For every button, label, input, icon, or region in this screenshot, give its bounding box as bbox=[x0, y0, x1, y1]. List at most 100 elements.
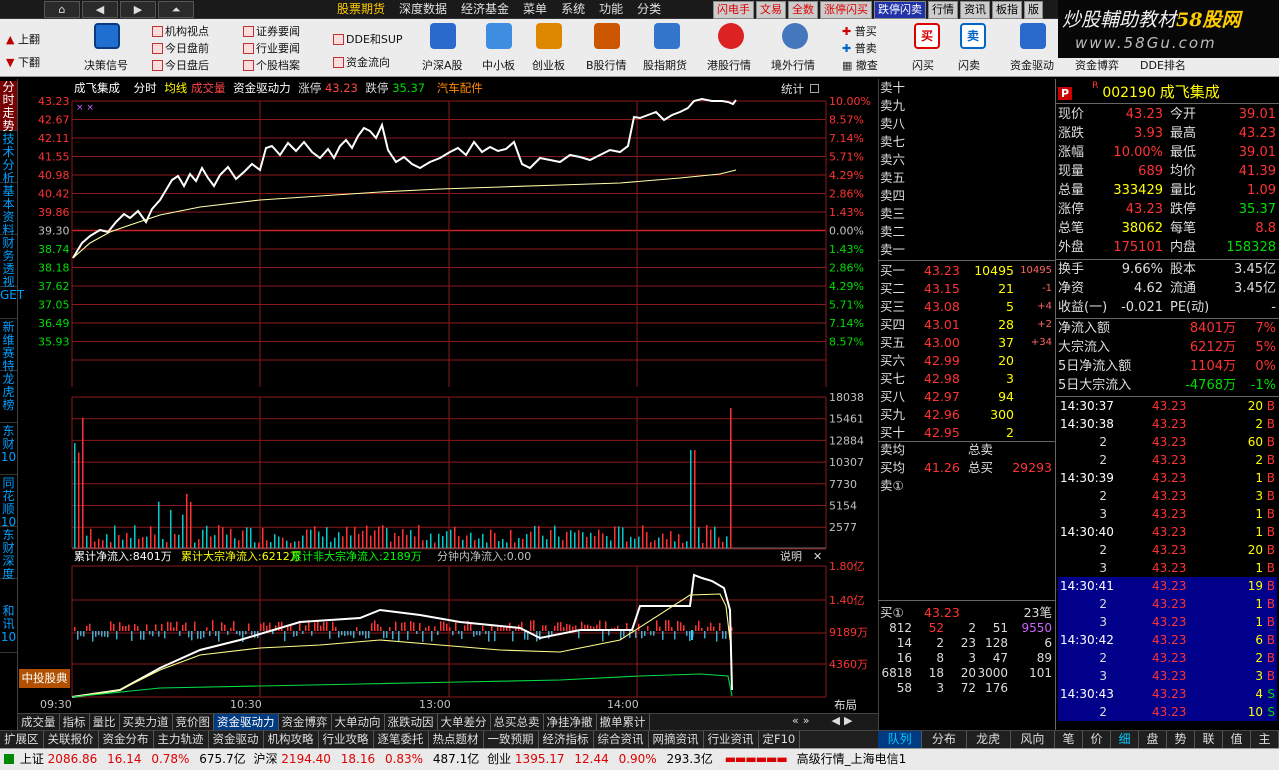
decision-signal-label[interactable]: 决策信号 bbox=[84, 57, 128, 73]
tick-row[interactable]: 2 43.23 2 B bbox=[1058, 649, 1277, 667]
flash-buy-label[interactable]: 闪买 bbox=[912, 57, 934, 73]
hk-stock-label[interactable]: 港股行情 bbox=[707, 57, 751, 73]
menu-menu[interactable]: 菜单 bbox=[516, 0, 554, 19]
index-futures-icon[interactable] bbox=[654, 23, 680, 49]
page-up-button[interactable]: ▲ 上翻 bbox=[6, 31, 40, 47]
chart-tab-3[interactable]: 买卖力道 bbox=[120, 714, 173, 730]
tick-row[interactable]: 2 43.23 2 B bbox=[1058, 451, 1277, 469]
page-down-button[interactable]: ▼ 下翻 bbox=[6, 54, 40, 70]
chart-tab-9[interactable]: 大单差分 bbox=[438, 714, 491, 730]
detail-tab-0[interactable]: 笔 bbox=[1055, 731, 1083, 748]
chart-tab-1[interactable]: 指标 bbox=[60, 714, 90, 730]
flash-sell-icon[interactable]: 卖 bbox=[960, 23, 986, 49]
shsz-a-icon[interactable] bbox=[430, 23, 456, 49]
overseas-icon[interactable] bbox=[782, 23, 808, 49]
tick-row[interactable]: 14:30:37 43.23 20 B bbox=[1058, 397, 1277, 415]
chart-tab-10[interactable]: 总买总卖 bbox=[491, 714, 544, 730]
tab-first-icon[interactable]: « bbox=[792, 714, 799, 727]
left-tab-2[interactable]: 基本资料 bbox=[0, 185, 17, 237]
sub-tab-14[interactable]: 定F10 bbox=[759, 731, 801, 748]
cancel-query-button[interactable]: ▦ 撤查 bbox=[842, 57, 878, 73]
fund-game-label[interactable]: 资金博弈 bbox=[1075, 57, 1119, 73]
hot-flash-hand[interactable]: 闪电手 bbox=[713, 1, 754, 19]
tick-row[interactable]: 3 43.23 1 B bbox=[1058, 613, 1277, 631]
menu-category[interactable]: 分类 bbox=[630, 0, 668, 19]
hot-version[interactable]: 版 bbox=[1024, 1, 1043, 19]
tab-last-icon[interactable]: » bbox=[803, 714, 810, 727]
sub-tab-13[interactable]: 行业资讯 bbox=[704, 731, 759, 748]
book-tab-0[interactable]: 队列 bbox=[878, 731, 923, 748]
detail-tab-4[interactable]: 势 bbox=[1167, 731, 1195, 748]
up-icon[interactable]: ⏶ bbox=[158, 1, 194, 18]
gem-label[interactable]: 创业 bbox=[487, 752, 511, 766]
tick-row[interactable]: 14:30:39 43.23 1 B bbox=[1058, 469, 1277, 487]
shsz-a-label[interactable]: 沪深A股 bbox=[422, 57, 463, 73]
hot-quanshu[interactable]: 全数 bbox=[788, 1, 818, 19]
left-tab-10[interactable]: 和讯10 bbox=[0, 605, 17, 653]
tick-row[interactable]: 2 43.23 10 S bbox=[1058, 703, 1277, 721]
chart-tab-5[interactable]: 资金驱动力 bbox=[214, 714, 279, 730]
shsz-label[interactable]: 沪深 bbox=[253, 752, 277, 766]
avg-line-label[interactable]: 均线 bbox=[164, 81, 187, 95]
sub-tab-12[interactable]: 网摘资讯 bbox=[649, 731, 704, 748]
tick-row[interactable]: 3 43.23 3 B bbox=[1058, 667, 1277, 685]
chart-tab-12[interactable]: 撤单累计 bbox=[597, 714, 650, 730]
index-futures-label[interactable]: 股指期货 bbox=[643, 57, 687, 73]
detail-tab-1[interactable]: 价 bbox=[1083, 731, 1111, 748]
chart-tab-7[interactable]: 大单动向 bbox=[332, 714, 385, 730]
mode-label[interactable]: 分时 bbox=[134, 81, 157, 95]
detail-tab-6[interactable]: 值 bbox=[1223, 731, 1251, 748]
tick-row[interactable]: 14:30:40 43.23 1 B bbox=[1058, 523, 1277, 541]
tick-row[interactable]: 2 43.23 20 B bbox=[1058, 541, 1277, 559]
dde-rank-label[interactable]: DDE排名 bbox=[1140, 57, 1186, 73]
buy-level-row[interactable]: 买二 43.15 21 -1 bbox=[880, 280, 1052, 298]
tick-row[interactable]: 14:30:43 43.23 4 S bbox=[1058, 685, 1277, 703]
buy-level-row[interactable]: 买五 43.00 37 +34 bbox=[880, 334, 1052, 352]
hot-quote[interactable]: 行情 bbox=[928, 1, 958, 19]
tool-stock-profile[interactable]: 个股档案 bbox=[243, 57, 300, 73]
sub-tab-0[interactable]: 扩展区 bbox=[0, 731, 44, 748]
sme-board-icon[interactable] bbox=[486, 23, 512, 49]
home-icon[interactable]: ⌂ bbox=[44, 1, 80, 18]
menu-depth-data[interactable]: 深度数据 bbox=[392, 0, 454, 19]
tool-dde-sup[interactable]: DDE和SUP bbox=[333, 31, 403, 47]
tick-row[interactable]: 2 43.23 60 B bbox=[1058, 433, 1277, 451]
buy-level-row[interactable]: 买八 42.97 94 bbox=[880, 388, 1052, 406]
hk-stock-icon[interactable] bbox=[718, 23, 744, 49]
chart-tab-11[interactable]: 净挂净撤 bbox=[544, 714, 597, 730]
fund-drive-label[interactable]: 资金驱动 bbox=[1010, 57, 1054, 73]
tick-row[interactable]: 2 43.23 3 B bbox=[1058, 487, 1277, 505]
left-tab-7[interactable]: 东财10 bbox=[0, 425, 17, 475]
forward-icon[interactable]: ▶ bbox=[120, 1, 156, 18]
left-tab-3[interactable]: 财务透视 bbox=[0, 237, 17, 289]
stats-button[interactable]: 统计 bbox=[781, 81, 804, 97]
buy-level-row[interactable]: 买三 43.08 5 +4 bbox=[880, 298, 1052, 316]
flash-buy-icon[interactable]: 买 bbox=[914, 23, 940, 49]
chart-tab-2[interactable]: 量比 bbox=[90, 714, 120, 730]
gem-board-label[interactable]: 创业板 bbox=[532, 57, 565, 73]
sub-tab-9[interactable]: 一致预期 bbox=[484, 731, 539, 748]
chart-tab-0[interactable]: 成交量 bbox=[18, 714, 60, 730]
zhongtou-badge[interactable]: 中投股典 bbox=[19, 669, 70, 688]
menu-system[interactable]: 系统 bbox=[554, 0, 592, 19]
sh-label[interactable]: 上证 bbox=[20, 752, 44, 766]
book-tab-1[interactable]: 分布 bbox=[922, 731, 967, 748]
hot-limitup-buy[interactable]: 涨停闪买 bbox=[820, 1, 872, 19]
overseas-label[interactable]: 境外行情 bbox=[771, 57, 815, 73]
buy-level-row[interactable]: 买一 43.23 10495 10495 bbox=[880, 262, 1052, 280]
tab-next-icon[interactable]: ▶ bbox=[844, 714, 852, 727]
fund-drive-title[interactable]: 资金驱动力 bbox=[233, 81, 291, 95]
hot-news[interactable]: 资讯 bbox=[960, 1, 990, 19]
hot-limitdown-sell[interactable]: 跌停闪卖 bbox=[874, 1, 926, 19]
left-tab-0[interactable]: 分时走势 bbox=[0, 81, 17, 133]
sub-tab-8[interactable]: 热点题材 bbox=[429, 731, 484, 748]
sub-tab-4[interactable]: 资金驱动 bbox=[209, 731, 264, 748]
tool-fund-flow[interactable]: 资金流向 bbox=[333, 54, 390, 70]
b-share-label[interactable]: B股行情 bbox=[586, 57, 627, 73]
menu-stocks-futures[interactable]: 股票期货 bbox=[330, 0, 392, 19]
flash-sell-label[interactable]: 闪卖 bbox=[958, 57, 980, 73]
tick-row[interactable]: 3 43.23 1 B bbox=[1058, 505, 1277, 523]
hot-wenyi[interactable]: 文易 bbox=[756, 1, 786, 19]
b-share-icon[interactable] bbox=[594, 23, 620, 49]
book-tab-3[interactable]: 风向 bbox=[1011, 731, 1055, 748]
